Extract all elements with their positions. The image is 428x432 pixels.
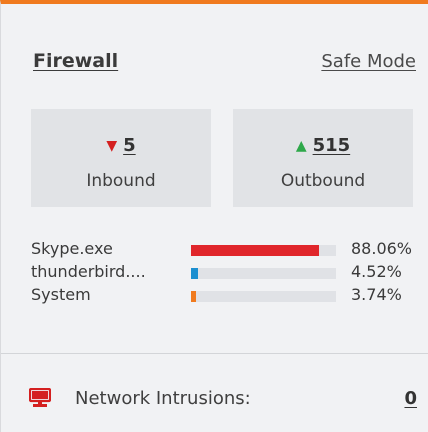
outbound-label: Outbound (280, 171, 366, 191)
outbound-stat-row: ▲ 515 (233, 135, 413, 159)
app-name: Skype.exe (31, 239, 113, 258)
inbound-stat-row: ▼ 5 (31, 135, 211, 159)
app-name: thunderbird.... (31, 262, 146, 281)
inbound-label: Inbound (86, 171, 156, 191)
network-intrusions-label: Network Intrusions: (75, 388, 251, 409)
inbound-stat-box[interactable]: ▼ 5 Inbound (31, 109, 211, 207)
triangle-down-icon: ▼ (106, 138, 118, 154)
section-divider (1, 353, 428, 354)
panel-header: Firewall Safe Mode (33, 50, 416, 78)
app-row: System 3.74% (31, 285, 428, 308)
usage-bar-track (191, 291, 336, 302)
app-row: thunderbird.... 4.52% (31, 262, 428, 285)
usage-bar-fill (191, 291, 196, 302)
app-row: Skype.exe 88.06% (31, 239, 428, 262)
usage-percent: 3.74% (351, 285, 402, 304)
outbound-count-link[interactable]: 515 (313, 135, 351, 156)
monitor-icon (29, 388, 51, 407)
triangle-up-icon: ▲ (295, 138, 307, 154)
outbound-stat-box[interactable]: ▲ 515 Outbound (233, 109, 413, 207)
network-intrusions-row: Network Intrusions: 0 (29, 388, 417, 414)
usage-bar-fill (191, 268, 198, 279)
inbound-count-link[interactable]: 5 (123, 135, 136, 156)
app-usage-list: Skype.exe 88.06% thunderbird.... 4.52% S… (31, 239, 428, 308)
usage-percent: 88.06% (351, 239, 413, 258)
usage-bar-track (191, 268, 336, 279)
safe-mode-link[interactable]: Safe Mode (321, 51, 416, 72)
network-intrusions-count-link[interactable]: 0 (404, 388, 417, 409)
usage-bar-fill (191, 245, 319, 256)
app-name: System (31, 285, 91, 304)
firewall-panel: Firewall Safe Mode ▼ 5 Inbound ▲ 515 Outbo… (0, 0, 428, 432)
usage-bar-track (191, 245, 336, 256)
usage-percent: 4.52% (351, 262, 402, 281)
firewall-link[interactable]: Firewall (33, 50, 118, 72)
